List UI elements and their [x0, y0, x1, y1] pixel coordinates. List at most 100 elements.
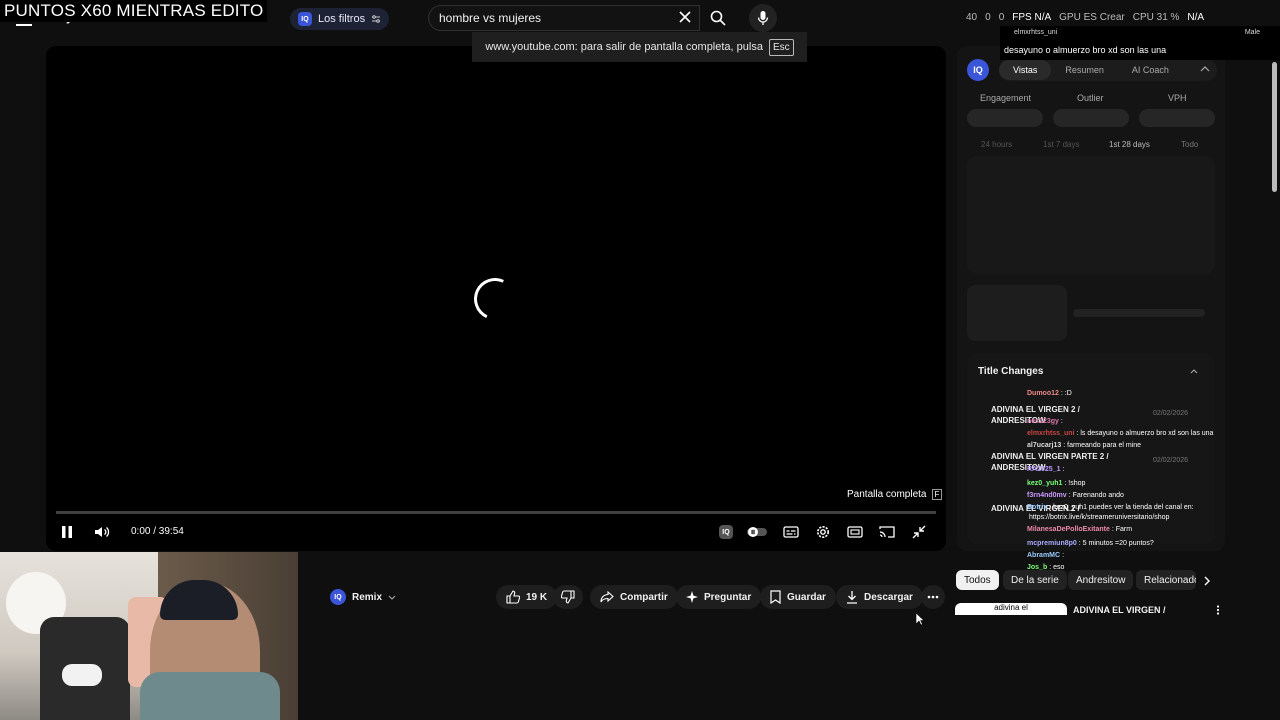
- chat-username: nes123gy: [1027, 418, 1059, 425]
- share-label: Compartir: [620, 591, 668, 603]
- chat-message: Dumoo12: :D: [1027, 390, 1072, 397]
- share-button[interactable]: Compartir: [590, 585, 678, 609]
- ask-label: Preguntar: [704, 591, 752, 603]
- remix-button[interactable]: IQ Remix: [322, 586, 404, 608]
- ask-button[interactable]: Preguntar: [676, 585, 762, 609]
- iq-player-button[interactable]: IQ: [718, 523, 734, 541]
- close-icon[interactable]: [678, 10, 692, 24]
- chip-andresitow[interactable]: Andresitow: [1068, 570, 1134, 590]
- tab-ai-coach[interactable]: AI Coach: [1118, 60, 1183, 80]
- chat-text: :: [1062, 552, 1065, 559]
- more-actions-button[interactable]: [921, 585, 945, 609]
- search-value: hombre vs mujeres: [439, 11, 542, 25]
- chat-header-user: elmxrhtss_uni: [1014, 29, 1058, 36]
- chat-text: :: [1062, 466, 1065, 473]
- more-vertical-icon[interactable]: [1216, 605, 1220, 615]
- search-input[interactable]: hombre vs mujeres: [428, 5, 700, 31]
- remix-label: Remix: [352, 591, 383, 603]
- stat-fps: FPS N/A: [1012, 12, 1052, 23]
- voice-search-button[interactable]: [749, 4, 777, 32]
- chat-text: : !shop: [1064, 480, 1086, 487]
- stat-cpu: CPU 31 %: [1132, 12, 1180, 23]
- chat-username: Dumoo12: [1027, 390, 1059, 397]
- title-change-date: 02/02/2026: [1153, 457, 1189, 464]
- chip-todos[interactable]: Todos: [956, 570, 999, 590]
- webcam-controller: [62, 664, 102, 686]
- chat-text: :: [1060, 418, 1063, 425]
- chat-message: mcpremiun8p0: 5 minutos =20 puntos?: [1027, 540, 1154, 547]
- chat-username: f3rn4nd0mv: [1027, 492, 1067, 499]
- stat-na: N/A: [1187, 12, 1205, 23]
- chat-text: : farmeando para el mine: [1063, 442, 1142, 449]
- chevron-up-icon[interactable]: [1200, 66, 1210, 72]
- sparkle-icon: [686, 591, 698, 603]
- volume-button[interactable]: [93, 523, 111, 541]
- theater-icon: [847, 526, 863, 538]
- chat-username: mcpremiun8p0: [1027, 540, 1077, 547]
- chip-relacionado[interactable]: Relacionado: [1136, 570, 1196, 590]
- stream-stats: 40 0 0 FPS N/A GPU ES Crear CPU 31 % N/A: [966, 12, 1204, 23]
- tab-resumen[interactable]: Resumen: [1051, 60, 1118, 80]
- mouse-cursor-icon: [916, 613, 924, 626]
- more-horizontal-icon: [927, 595, 939, 599]
- theater-mode-button[interactable]: [846, 523, 864, 541]
- stat-b: 0: [985, 12, 991, 23]
- fullscreen-exit-tip: www.youtube.com: para salir de pantalla …: [472, 32, 807, 62]
- save-label: Guardar: [787, 591, 826, 603]
- chat-text: : 5 minutos =20 puntos?: [1078, 540, 1154, 547]
- chat-message: https://botrix.live/k/streameruniversita…: [1027, 514, 1169, 521]
- like-count: 19 K: [526, 591, 548, 603]
- tab-vistas[interactable]: Vistas: [999, 60, 1052, 80]
- chip-serie[interactable]: De la serie: [1003, 570, 1067, 590]
- scrollbar[interactable]: [1272, 62, 1277, 192]
- fullscreen-tooltip: Pantalla completa F: [847, 489, 943, 500]
- cast-button[interactable]: [878, 523, 896, 541]
- webcam-feed: [0, 552, 298, 720]
- autoplay-toggle[interactable]: [745, 523, 769, 541]
- skeleton-line: [1073, 309, 1205, 317]
- autoplay-toggle-icon: [747, 527, 767, 537]
- fullscreen-tooltip-text: Pantalla completa: [847, 489, 927, 500]
- chat-text: : kez0_yuh1 puedes ver la tienda del can…: [1049, 504, 1194, 511]
- chevron-up-icon[interactable]: [1190, 369, 1198, 374]
- iq-icon: IQ: [298, 12, 312, 26]
- range-24h[interactable]: 24 hours: [981, 140, 1012, 149]
- chat-header-message: desayuno o almuerzo bro xd son las una: [1004, 45, 1167, 55]
- download-icon: [847, 591, 857, 604]
- chat-message: kez0_yuh1: !shop: [1027, 480, 1085, 487]
- filters-button[interactable]: IQ Los filtros: [290, 8, 390, 30]
- chat-message: elmxrhtss_uni: ls desayuno o almuerzo br…: [1027, 430, 1213, 437]
- stat-c: 0: [998, 12, 1005, 23]
- range-7d[interactable]: 1st 7 days: [1043, 140, 1079, 149]
- esc-key-hint: Esc: [768, 38, 794, 56]
- metric-engagement-value: [967, 109, 1043, 127]
- save-button[interactable]: Guardar: [760, 585, 836, 609]
- chevron-right-icon[interactable]: [1204, 576, 1211, 586]
- metric-outlier: Outlier: [1077, 93, 1104, 103]
- related-video-thumbnail[interactable]: adivina el: [955, 603, 1067, 615]
- dislike-button[interactable]: [553, 585, 583, 609]
- video-progress-bar[interactable]: [56, 511, 936, 514]
- chat-text: https://botrix.live/k/streameruniversita…: [1029, 514, 1170, 521]
- chat-username: AbramMC: [1027, 552, 1061, 559]
- chat-message: Botrix: kez0_yuh1 puedes ver la tienda d…: [1027, 504, 1194, 511]
- range-all[interactable]: Todo: [1181, 140, 1198, 149]
- like-button[interactable]: 19 K: [496, 585, 558, 609]
- thumbs-up-icon: [506, 590, 520, 604]
- download-button[interactable]: Descargar: [836, 585, 923, 609]
- search-button[interactable]: [700, 5, 736, 31]
- subtitles-button[interactable]: [782, 523, 800, 541]
- title-change-date: 02/02/2026: [1153, 410, 1189, 417]
- iq-panel-logo: IQ: [967, 59, 989, 81]
- chat-text: : Farm: [1111, 526, 1133, 533]
- range-28d[interactable]: 1st 28 days: [1109, 140, 1150, 149]
- related-video-title[interactable]: ADIVINA EL VIRGEN /: [1073, 605, 1166, 615]
- search-icon: [710, 10, 726, 26]
- settings-button[interactable]: [814, 523, 832, 541]
- pause-button[interactable]: [60, 523, 74, 541]
- chat-username: Botrix: [1027, 504, 1048, 511]
- exit-fullscreen-button[interactable]: [910, 523, 928, 541]
- stat-gpu: GPU ES Crear: [1059, 12, 1125, 23]
- title-change-line: ADIVINA EL VIRGEN 2 /: [991, 405, 1080, 414]
- webcam-shirt: [140, 672, 280, 720]
